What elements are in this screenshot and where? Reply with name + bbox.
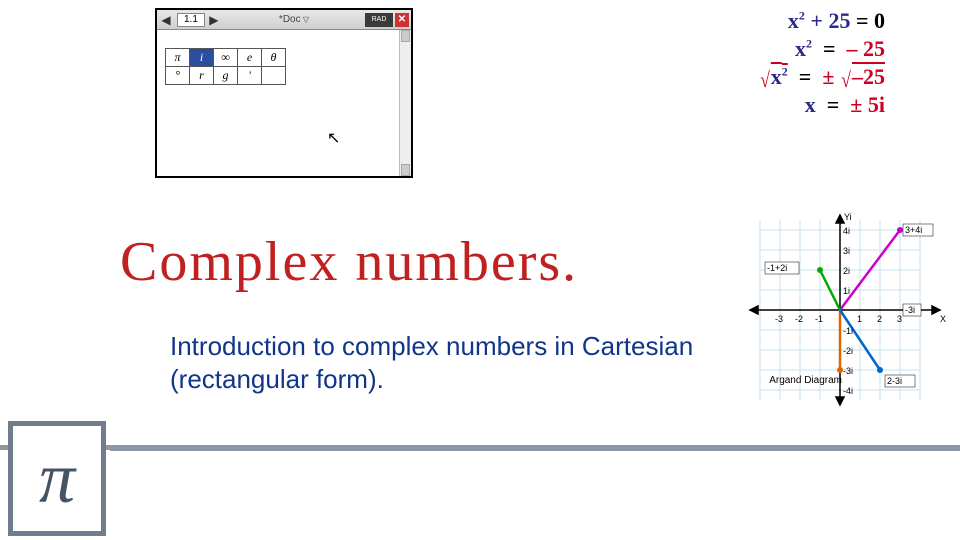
math-text: x [788,8,799,33]
argand-diagram: Yi X -3 -2 -1 1 2 3 -4i -3i -2i -1i 1i 2… [735,210,950,410]
argand-caption: Argand Diagram [769,375,842,386]
x-tick: -3 [775,314,783,324]
sqrt-icon: √ [760,67,770,93]
symbol-cell[interactable]: θ [262,49,286,67]
symbol-cell[interactable]: ° [166,67,190,85]
x-tick: 3 [897,314,902,324]
vector-label: 2-3i [887,376,902,386]
math-text: 0 [874,8,885,33]
plus-minus: ± [822,64,834,89]
close-button[interactable]: ✕ [395,13,409,27]
doc-title[interactable]: *Doc [223,15,365,25]
y-tick: -4i [843,386,853,396]
mode-indicator[interactable]: RAD [365,13,393,27]
argand-svg: Yi X -3 -2 -1 1 2 3 -4i -3i -2i -1i 1i 2… [735,210,950,410]
plus-minus: ± [850,92,862,117]
equation-line-2: x2 = – 25 [759,36,885,62]
x-tick: 1 [857,314,862,324]
equals-sign: = [799,64,812,89]
pi-icon: π [39,437,75,520]
exponent: 2 [806,37,812,51]
slide-subtitle: Introduction to complex numbers in Carte… [170,330,770,395]
y-tick: 2i [843,266,850,276]
bottom-rail [0,445,960,540]
calculator-window: ◀ 1.1 ▶ *Doc RAD ✕ π i ∞ e θ ° r g ' ↖ [155,8,413,178]
y-tick: -3i [843,366,853,376]
cursor-icon: ↖ [327,128,340,148]
symbol-cell[interactable] [262,67,286,85]
symbol-palette: π i ∞ e θ ° r g ' [165,48,286,85]
scrollbar[interactable] [399,30,411,176]
radicand: x2 [771,64,788,89]
calculator-titlebar: ◀ 1.1 ▶ *Doc RAD ✕ [157,10,411,30]
equals-sign: = [827,92,840,117]
symbol-row: ° r g ' [166,67,286,85]
pi-badge: π [8,421,106,536]
nav-forward-button[interactable]: ▶ [205,11,223,29]
sqrt-icon: √ [841,67,851,93]
symbol-cell[interactable]: ' [238,67,262,85]
x-tick: 2 [877,314,882,324]
math-text: x [795,36,806,61]
math-text: x [805,92,816,117]
radicand: –25 [852,64,885,89]
math-text: + 25 [810,8,850,33]
y-tick: 1i [843,286,850,296]
calculator-body: π i ∞ e θ ° r g ' ↖ [157,30,411,176]
symbol-cell[interactable]: ∞ [214,49,238,67]
equals-sign: = [856,8,869,33]
symbol-cell[interactable]: e [238,49,262,67]
y-tick: 3i [843,246,850,256]
vector-label: -3i [905,305,915,315]
exponent: 2 [799,9,805,23]
x-tick: -1 [815,314,823,324]
slide-title: Complex numbers. [120,230,578,294]
equals-sign: = [823,36,836,61]
equation-line-3: √x2 = ± √–25 [759,64,885,90]
vector-label: -1+2i [767,263,787,273]
y-axis-label: Yi [844,212,852,222]
symbol-cell[interactable]: π [166,49,190,67]
symbol-row: π i ∞ e θ [166,49,286,67]
math-text: 5i [868,92,885,117]
nav-back-button[interactable]: ◀ [157,11,175,29]
doc-tab[interactable]: 1.1 [177,13,205,27]
y-tick: -2i [843,346,853,356]
vector-label: 3+4i [905,225,922,235]
equation-line-4: x = ± 5i [759,92,885,118]
y-tick: 4i [843,226,850,236]
rail-fill [110,450,960,540]
equation-line-1: x2 + 25 = 0 [759,8,885,34]
worked-equations: x2 + 25 = 0 x2 = – 25 √x2 = ± √–25 x = ±… [759,6,885,120]
x-axis-label: X [940,314,946,324]
symbol-cell[interactable]: g [214,67,238,85]
x-tick: -2 [795,314,803,324]
symbol-cell[interactable]: r [190,67,214,85]
symbol-cell-selected[interactable]: i [190,49,214,67]
y-tick: -1i [843,326,853,336]
math-text: – 25 [847,36,886,61]
